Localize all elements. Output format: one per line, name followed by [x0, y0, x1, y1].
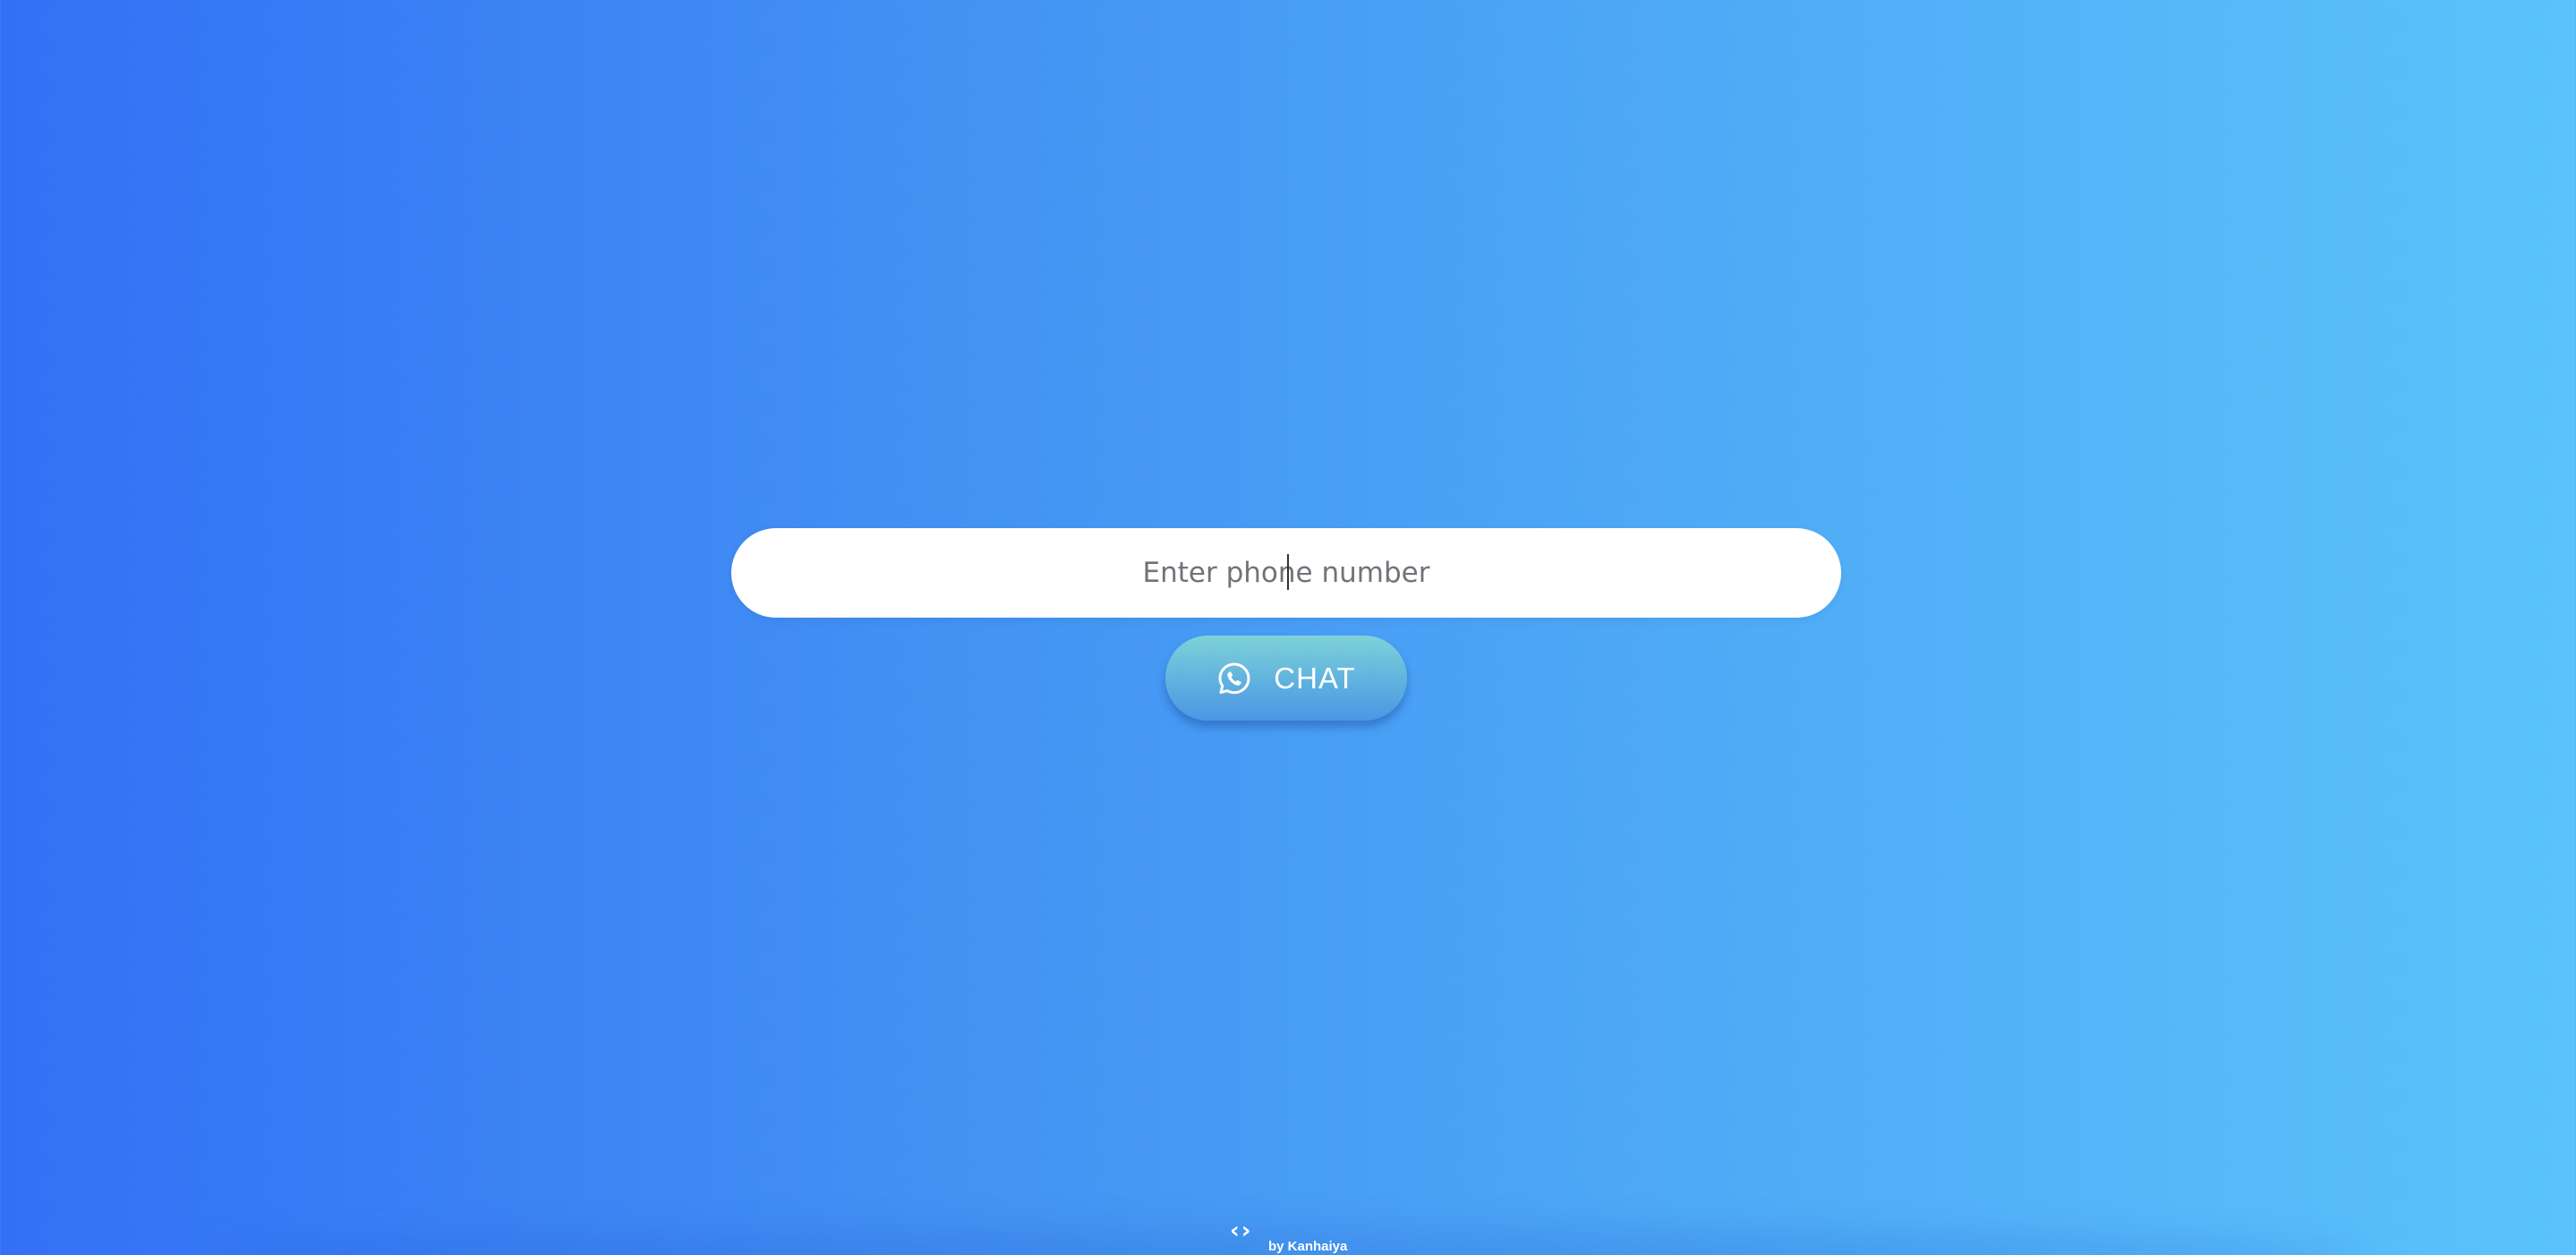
chat-button[interactable]: CHAT: [1165, 636, 1407, 721]
text-caret: [1287, 554, 1289, 590]
footer-credit: ‹› by Kanhaiya: [1230, 1217, 1355, 1255]
chat-button-label: CHAT: [1274, 661, 1356, 695]
code-icon: ‹›: [1230, 1217, 1253, 1244]
author-credit: by Kanhaiya: [1268, 1239, 1348, 1254]
whatsapp-icon: [1216, 661, 1252, 696]
phone-number-input[interactable]: [731, 528, 1841, 618]
page: { "form": { "phone_input": { "placeholde…: [0, 0, 2576, 1255]
